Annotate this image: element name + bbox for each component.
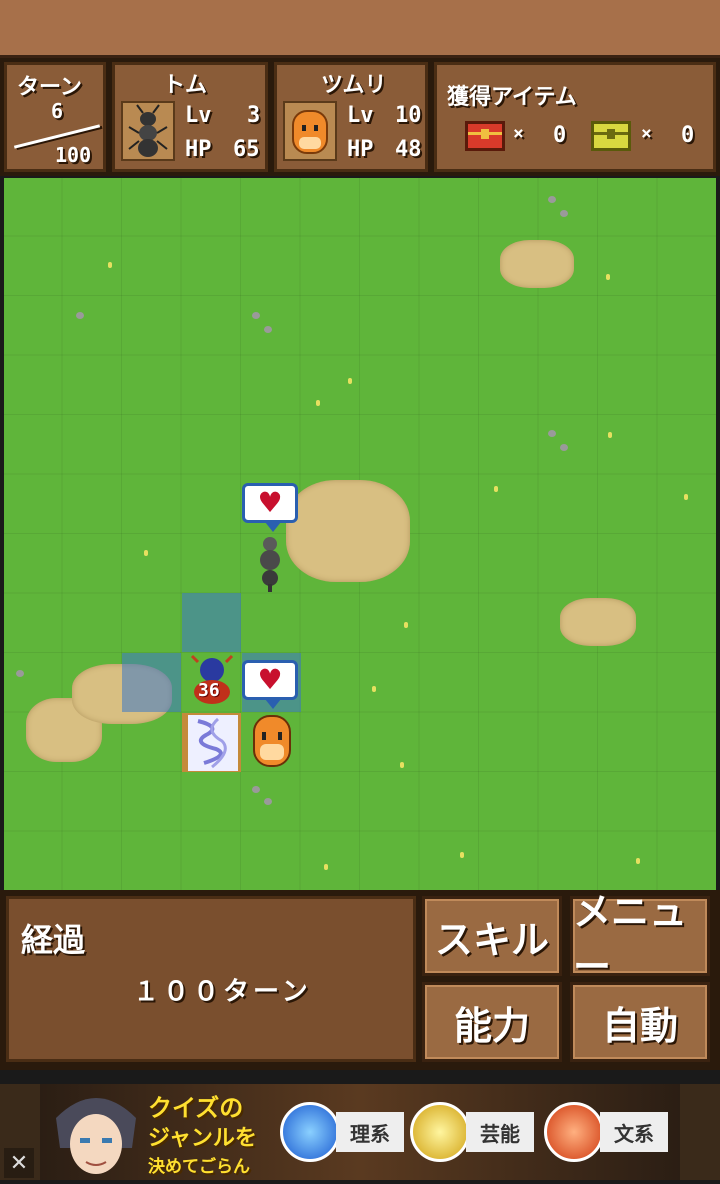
- flower: [494, 486, 498, 492]
- ad-close-button[interactable]: ✕: [4, 1148, 34, 1178]
- turn-current: 6: [51, 99, 64, 123]
- message-window: 経過 １００ターン: [6, 896, 416, 1062]
- sand-patch: [286, 480, 410, 582]
- lv-label: Lv: [347, 103, 374, 128]
- turn-label: ターン: [17, 75, 82, 100]
- ad-banner[interactable]: クイズの ジャンルを 決めてごらん 理系 芸能 文系 ✕: [0, 1084, 720, 1180]
- flower: [636, 858, 640, 864]
- move-range-tile[interactable]: [122, 653, 181, 712]
- ability-button[interactable]: 能力: [422, 982, 562, 1062]
- rock: [252, 786, 260, 793]
- menu-button[interactable]: メニュー: [570, 890, 710, 989]
- flower: [404, 622, 408, 628]
- flower: [144, 550, 148, 556]
- status-hud: ターン 6 100 トム Lv 3 HP 65 ツムリ Lv 10 HP 48 …: [0, 58, 720, 176]
- rock: [548, 430, 556, 437]
- anime-character-avatar: [46, 1088, 146, 1180]
- genre-science-label[interactable]: 理系: [336, 1112, 404, 1152]
- affection-speech-bubble: ♥: [242, 483, 298, 532]
- flower: [400, 762, 404, 768]
- item-red-multiplier: ×: [513, 123, 524, 144]
- flower: [606, 274, 610, 280]
- item-yellow-count: 0: [681, 123, 695, 148]
- sand-patch: [560, 598, 636, 646]
- tornado-skill-tile[interactable]: [182, 713, 241, 772]
- red-chest-icon: [465, 121, 505, 151]
- top-bar: [0, 0, 720, 58]
- entertainment-orb-icon: [410, 1102, 470, 1162]
- rock: [560, 210, 568, 217]
- flower: [460, 852, 464, 858]
- turn-max: 100: [55, 143, 92, 167]
- flower: [372, 686, 376, 692]
- acquired-items-panel: 獲得アイテム × 0 × 0: [434, 62, 716, 172]
- item-red-count: 0: [553, 123, 567, 148]
- lv-value: 10: [395, 103, 422, 128]
- item-yellow-multiplier: ×: [641, 123, 652, 144]
- snail-portrait-icon: [283, 101, 337, 161]
- ad-content[interactable]: クイズの ジャンルを 決めてごらん 理系 芸能 文系: [40, 1084, 680, 1180]
- character-name: トム: [163, 73, 208, 98]
- ad-headline-3: 決めてごらん: [148, 1157, 250, 1177]
- hp-label: HP: [347, 137, 374, 162]
- humanities-orb-icon: [544, 1102, 604, 1162]
- rock: [548, 196, 556, 203]
- message-title: 経過: [21, 921, 86, 959]
- rock: [76, 312, 84, 319]
- flower: [324, 864, 328, 870]
- turn-counter-panel: ターン 6 100: [4, 62, 106, 172]
- science-orb-icon: [280, 1102, 340, 1162]
- sand-patch: [500, 240, 574, 288]
- rock: [264, 326, 272, 333]
- hp-value: 65: [233, 137, 260, 162]
- rock: [16, 670, 24, 677]
- game-map[interactable]: ♥ ♥ 36: [4, 178, 716, 890]
- character-panel-tsumuri[interactable]: ツムリ Lv 10 HP 48: [274, 62, 428, 172]
- hp-value: 48: [395, 137, 422, 162]
- flower: [348, 378, 352, 384]
- character-panel-tom[interactable]: トム Lv 3 HP 65: [112, 62, 268, 172]
- ad-headline-2: ジャンルを: [148, 1126, 257, 1151]
- hp-label: HP: [185, 137, 212, 162]
- ad-headline-1: クイズの: [148, 1094, 244, 1122]
- items-title: 獲得アイテム: [447, 85, 577, 110]
- flower: [108, 262, 112, 268]
- snail-unit[interactable]: [250, 714, 294, 770]
- genre-entertainment-label[interactable]: 芸能: [466, 1112, 534, 1152]
- rock: [264, 798, 272, 805]
- character-name: ツムリ: [321, 73, 387, 98]
- command-area: 経過 １００ターン スキル メニュー 能力 自動: [0, 890, 720, 1070]
- flower: [316, 400, 320, 406]
- enemy-beetle-unit[interactable]: 36: [188, 654, 236, 706]
- flower: [684, 494, 688, 500]
- yellow-chest-icon: [591, 121, 631, 151]
- enemy-level-badge: 36: [198, 680, 220, 701]
- rock: [252, 312, 260, 319]
- affection-speech-bubble: ♥: [242, 660, 298, 709]
- lv-label: Lv: [185, 103, 212, 128]
- rock: [560, 444, 568, 451]
- auto-button[interactable]: 自動: [570, 982, 710, 1062]
- heart-icon: ♥: [257, 663, 283, 696]
- genre-humanities-label[interactable]: 文系: [600, 1112, 668, 1152]
- ant-unit[interactable]: [254, 534, 286, 592]
- move-range-tile[interactable]: [182, 593, 241, 652]
- heart-icon: ♥: [257, 486, 283, 519]
- ant-portrait-icon: [121, 101, 175, 161]
- flower: [608, 432, 612, 438]
- message-text: １００ターン: [133, 977, 312, 1007]
- lv-value: 3: [247, 103, 261, 128]
- skill-button[interactable]: スキル: [422, 896, 562, 976]
